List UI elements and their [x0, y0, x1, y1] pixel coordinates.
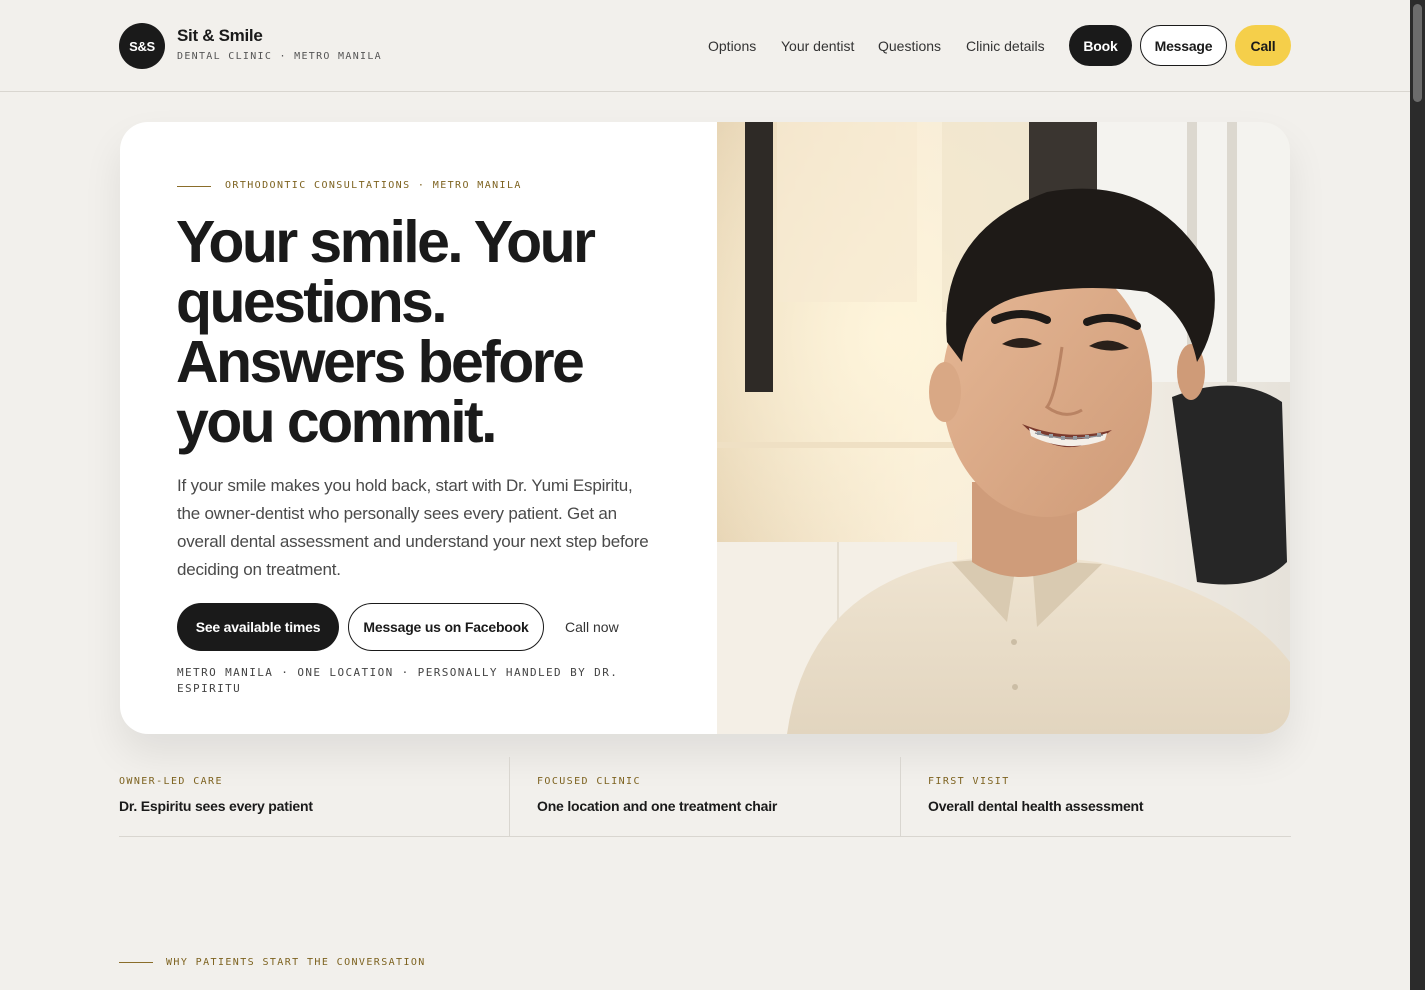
stat-label: FOCUSED CLINIC — [537, 776, 641, 787]
stat-divider — [900, 757, 901, 836]
stat-value: Dr. Espiritu sees every patient — [119, 798, 313, 814]
nav-clinic-details[interactable]: Clinic details — [966, 38, 1045, 54]
scrollbar-thumb[interactable] — [1413, 4, 1422, 102]
stat-owner-led: OWNER-LED CARE Dr. Espiritu sees every p… — [119, 757, 509, 836]
section-eyebrow-rule — [119, 962, 153, 963]
site-header: S&S Sit & Smile DENTAL CLINIC · METRO MA… — [0, 0, 1410, 92]
eyebrow-rule — [177, 186, 211, 187]
call-now-link[interactable]: Call now — [565, 619, 619, 635]
nav-options[interactable]: Options — [708, 38, 756, 54]
see-available-times-button[interactable]: See available times — [177, 603, 339, 651]
brand-subtitle: DENTAL CLINIC · METRO MANILA — [177, 51, 382, 62]
nav-your-dentist[interactable]: Your dentist — [781, 38, 854, 54]
hero-card: ORTHODONTIC CONSULTATIONS · METRO MANILA… — [120, 122, 1290, 734]
patient-photo-illustration — [717, 122, 1290, 734]
hero-footnote: METRO MANILA · ONE LOCATION · PERSONALLY… — [177, 666, 619, 695]
brand-name[interactable]: Sit & Smile — [177, 26, 263, 46]
hero-description: If your smile makes you hold back, start… — [177, 476, 649, 579]
stat-focused-clinic: FOCUSED CLINIC One location and one trea… — [537, 757, 900, 836]
stat-divider — [509, 757, 510, 836]
stat-value: One location and one treatment chair — [537, 798, 778, 814]
page-scrollbar[interactable] — [1410, 0, 1425, 990]
message-facebook-button[interactable]: Message us on Facebook — [348, 603, 544, 651]
call-button[interactable]: Call — [1235, 25, 1291, 66]
headline-highlight: commit. — [286, 389, 498, 455]
hero-eyebrow: ORTHODONTIC CONSULTATIONS · METRO MANILA — [225, 180, 522, 191]
section-eyebrow: WHY PATIENTS START THE CONVERSATION — [166, 957, 426, 968]
patient-photo — [717, 122, 1290, 734]
nav-questions[interactable]: Questions — [878, 38, 941, 54]
stat-label: FIRST VISIT — [928, 776, 1010, 787]
logo-mark[interactable]: S&S — [119, 23, 165, 69]
stat-value: Overall dental health assessment — [928, 798, 1144, 814]
stats-bottom-rule — [119, 836, 1291, 837]
headline-highlight-wrap: commit. — [286, 389, 498, 462]
message-button[interactable]: Message — [1140, 25, 1227, 66]
stat-label: OWNER-LED CARE — [119, 776, 223, 787]
book-button[interactable]: Book — [1069, 25, 1132, 66]
stat-first-visit: FIRST VISIT Overall dental health assess… — [928, 757, 1291, 836]
hero-headline: Your smile. Your questions. Answers befo… — [176, 212, 636, 462]
